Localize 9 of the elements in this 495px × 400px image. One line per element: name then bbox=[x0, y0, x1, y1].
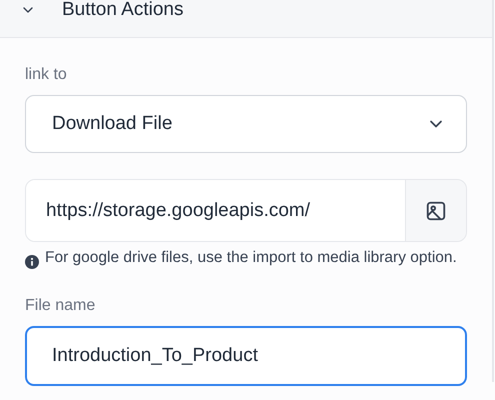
section-header[interactable]: Button Actions bbox=[0, 0, 492, 38]
file-name-input-field[interactable]: Introduction_To_Product bbox=[25, 326, 467, 386]
info-icon bbox=[25, 255, 39, 269]
link-dropdown[interactable]: Download File bbox=[25, 95, 467, 153]
image-icon bbox=[425, 200, 447, 222]
url-input-field[interactable]: https://storage.googleapis.com/ bbox=[26, 180, 406, 241]
field-label: link to bbox=[25, 65, 68, 85]
help-text: For google drive files, use the import to media library option. bbox=[45, 248, 457, 268]
field-label: File name bbox=[25, 296, 96, 316]
